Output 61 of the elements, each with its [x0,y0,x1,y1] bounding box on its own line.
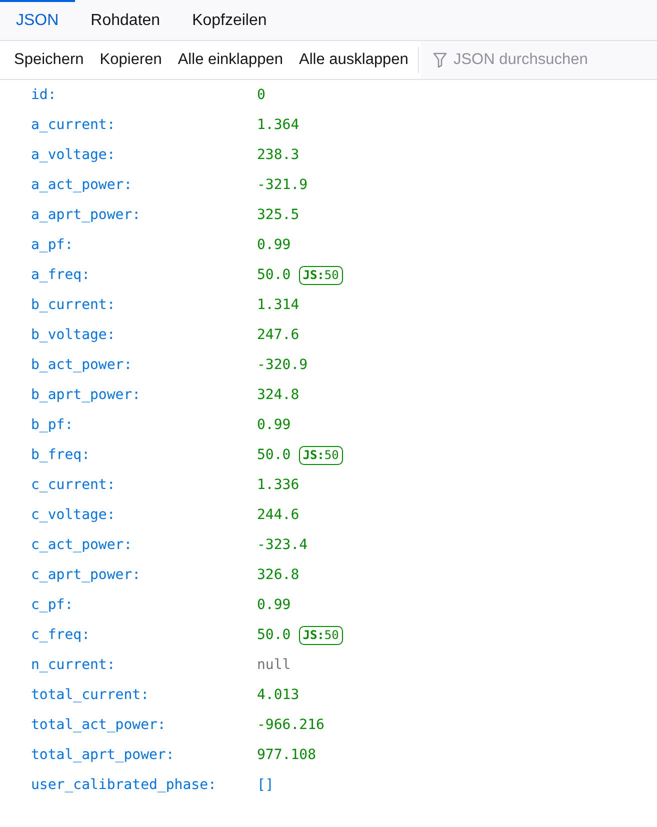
json-value: 325.5 [257,207,300,223]
json-value: -320.9 [257,357,308,373]
tab[interactable]: Kopfzeilen [176,0,283,40]
search-input[interactable]: JSON durchsuchen [453,51,654,69]
json-value: -966.216 [257,717,324,733]
json-value: 0.99 [257,237,291,253]
json-key: a_act_power: [0,177,257,193]
json-value: 244.6 [257,507,300,523]
tab[interactable]: Rohdaten [74,0,176,40]
json-key: a_freq: [0,267,257,283]
json-value: 1.314 [257,297,300,313]
js-value-badge: JS:50 [298,446,343,464]
json-value: 238.3 [257,147,300,163]
json-value: 1.336 [257,477,300,493]
json-value: null [257,657,291,673]
json-key: n_current: [0,657,257,673]
json-key: b_freq: [0,447,257,463]
json-key: total_act_power: [0,717,257,733]
json-key: c_aprt_power: [0,567,257,583]
json-key: a_aprt_power: [0,207,257,223]
filter-icon [433,52,448,68]
json-value: 4.013 [257,687,300,703]
json-key: b_current: [0,297,257,313]
json-key: b_act_power: [0,357,257,373]
json-value: 1.364 [257,117,300,133]
json-key: id: [0,87,257,103]
toolbar-button[interactable]: Speichern [0,41,92,79]
toolbar-button[interactable]: Kopieren [92,41,170,79]
toolbar-button[interactable]: Alle einklappen [170,41,291,79]
json-value: 247.6 [257,327,300,343]
json-value: 324.8 [257,387,300,403]
toolbar-button[interactable]: Alle ausklappen [290,41,416,79]
json-key: c_voltage: [0,507,257,523]
json-value: -321.9 [257,177,308,193]
json-key: a_current: [0,117,257,133]
json-key: user_calibrated_phase: [0,777,257,793]
json-value: 50.0 [257,627,291,643]
json-key: a_voltage: [0,147,257,163]
json-key: c_current: [0,477,257,493]
search-field[interactable]: JSON durchsuchen [421,41,657,79]
tab[interactable]: JSON [0,0,75,40]
json-value: 0 [257,87,266,103]
json-value: 50.0 [257,447,291,463]
json-value: 0.99 [257,597,291,613]
json-value: 977.108 [257,747,316,763]
json-key: a_pf: [0,237,257,253]
json-value: 0.99 [257,417,291,433]
json-value: 50.0 [257,267,291,283]
json-key: c_act_power: [0,537,257,553]
json-key: c_freq: [0,627,257,643]
json-key: total_current: [0,687,257,703]
json-key: total_aprt_power: [0,747,257,763]
js-value-badge: JS:50 [298,626,343,644]
json-key: b_voltage: [0,327,257,343]
json-key: b_pf: [0,417,257,433]
js-value-badge: JS:50 [298,266,343,284]
json-key: b_aprt_power: [0,387,257,403]
json-value: 326.8 [257,567,300,583]
json-value: -323.4 [257,537,308,553]
json-key: c_pf: [0,597,257,613]
json-value: [] [257,777,274,793]
